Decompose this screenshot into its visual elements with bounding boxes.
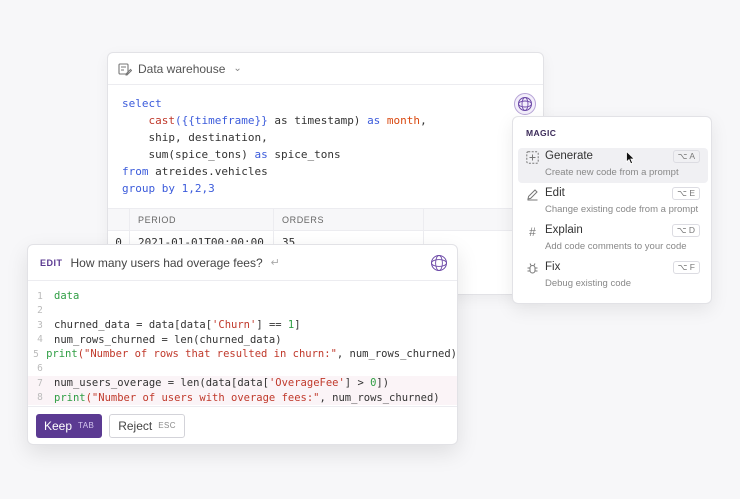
menu-item-label: Fix xyxy=(545,261,561,273)
bug-icon xyxy=(526,262,539,275)
code-line: 1 data xyxy=(28,289,457,304)
menu-item-fix[interactable]: Fix Debug existing code ⌥ F xyxy=(518,259,708,294)
sql-token: as timestamp) xyxy=(267,114,368,127)
shortcut-key: ⌥ F xyxy=(672,261,700,274)
sql-token: as xyxy=(367,114,381,127)
line-number: 4 xyxy=(37,334,43,346)
edit-cell: EDIT How many users had overage fees? ↵ … xyxy=(27,244,458,445)
code-token: print xyxy=(46,348,78,361)
python-code-editor[interactable]: 1 data 2 3 churned_data = data[data['Churn… xyxy=(28,289,457,405)
magic-sparkle-icon[interactable] xyxy=(430,254,448,272)
menu-item-edit[interactable]: Edit Change existing code from a prompt … xyxy=(518,185,708,220)
mouse-cursor-icon xyxy=(626,151,636,165)
code-token: ] > xyxy=(344,377,371,390)
edit-actions: Keep TAB Reject ESC xyxy=(28,406,457,444)
magic-sparkle-icon xyxy=(518,97,532,111)
row-index-header xyxy=(108,209,130,230)
pencil-icon xyxy=(526,188,539,201)
chevron-down-icon[interactable]: ⌄ xyxy=(233,63,241,74)
code-token: num_users_overage = len(data[data[ xyxy=(54,377,269,390)
sql-token: , xyxy=(420,114,427,127)
code-token: ]) xyxy=(376,377,390,390)
line-number: 8 xyxy=(37,392,43,404)
sql-token: atreides.vehicles xyxy=(148,165,268,178)
code-token: 'Churn' xyxy=(212,319,257,332)
menu-item-label: Generate xyxy=(545,150,593,162)
data-source-select[interactable]: Data warehouse xyxy=(138,62,225,76)
sql-token: as xyxy=(254,148,268,161)
reject-button[interactable]: Reject ESC xyxy=(109,413,185,438)
sql-code-editor[interactable]: select cast({{timeframe}} as timestamp) … xyxy=(122,95,427,197)
enter-icon[interactable]: ↵ xyxy=(271,256,280,269)
code-token: ] == xyxy=(256,319,288,332)
line-number: 3 xyxy=(37,319,43,331)
menu-item-desc: Add code comments to your code xyxy=(545,241,687,252)
keep-button[interactable]: Keep TAB xyxy=(36,413,103,438)
code-text: data xyxy=(54,290,80,303)
code-token: , num_rows_churned) xyxy=(336,348,457,361)
code-line: 5 print("Number of rows that resulted in … xyxy=(28,347,457,362)
hash-icon: # xyxy=(529,224,536,239)
menu-item-desc: Debug existing code xyxy=(545,278,632,289)
edit-prompt-input[interactable]: How many users had overage fees? xyxy=(71,256,263,270)
menu-item-desc: Change existing code from a prompt xyxy=(545,204,699,215)
code-token: print xyxy=(54,391,86,404)
sql-token: 1,2,3 xyxy=(174,182,215,195)
sql-token: sum(spice_tons) xyxy=(148,148,255,161)
code-token: ("Number of rows that resulted in churn:… xyxy=(77,348,337,361)
sql-token: group by xyxy=(122,182,175,195)
sql-token: cast xyxy=(148,114,176,127)
sql-token: from xyxy=(122,165,149,178)
shortcut-key: ESC xyxy=(158,421,176,430)
code-token: ("Number of users with overage fees:" xyxy=(85,391,320,404)
edit-mode-tag: EDIT xyxy=(40,257,63,268)
sql-token: month xyxy=(380,114,421,127)
code-token: , num_rows_churned) xyxy=(319,391,440,404)
magic-menu-title: MAGIC xyxy=(526,128,557,138)
result-table-header: PERIOD ORDERS xyxy=(108,208,543,231)
line-number: 2 xyxy=(37,305,43,317)
line-number: 5 xyxy=(33,348,39,360)
edit-prompt-bar[interactable]: EDIT How many users had overage fees? ↵ xyxy=(28,245,457,281)
code-line-added: 8 print("Number of users with overage fee… xyxy=(28,390,457,405)
line-number: 7 xyxy=(37,377,43,389)
menu-item-explain[interactable]: # Explain Add code comments to your code… xyxy=(518,222,708,257)
shortcut-key: ⌥ D xyxy=(671,224,700,237)
menu-item-desc: Create new code from a prompt xyxy=(545,167,679,178)
plus-box-icon xyxy=(526,151,539,164)
code-token: ] xyxy=(294,319,301,332)
code-line: 2 xyxy=(28,304,457,319)
code-line-added: 7 num_users_overage = len(data[data['Over… xyxy=(28,376,457,391)
shortcut-key: ⌥ A xyxy=(672,150,700,163)
reject-button-label: Reject xyxy=(118,418,153,433)
code-token: 'OverageFee' xyxy=(268,377,345,390)
column-header-period[interactable]: PERIOD xyxy=(130,209,274,230)
line-number: 1 xyxy=(37,290,43,302)
code-line: 6 xyxy=(28,362,457,377)
sql-token: select xyxy=(122,97,162,110)
shortcut-key: TAB xyxy=(78,421,95,430)
shortcut-key: ⌥ E xyxy=(672,187,700,200)
code-line: 4 num_rows_churned = len(churned_data) xyxy=(28,333,457,348)
magic-button[interactable] xyxy=(514,93,536,115)
magic-menu: MAGIC Generate Create new code from a pr… xyxy=(512,116,712,304)
code-token: churned_data = data[data[ xyxy=(54,319,213,332)
sql-token: spice_tons xyxy=(267,148,341,161)
menu-item-label: Edit xyxy=(545,187,565,199)
database-edit-icon xyxy=(118,62,132,75)
menu-item-generate[interactable]: Generate Create new code from a prompt ⌥… xyxy=(518,148,708,183)
sql-token: ({{timeframe}} xyxy=(175,114,268,127)
menu-item-label: Explain xyxy=(545,224,583,236)
column-header-orders[interactable]: ORDERS xyxy=(274,209,424,230)
sql-cell-header: Data warehouse ⌄ xyxy=(108,53,543,85)
code-text: num_rows_churned = len(churned_data) xyxy=(54,333,282,346)
line-number: 6 xyxy=(37,363,43,375)
keep-button-label: Keep xyxy=(44,418,73,433)
sql-token: ship, destination, xyxy=(148,131,268,144)
code-line: 3 churned_data = data[data['Churn'] == 1] xyxy=(28,318,457,333)
